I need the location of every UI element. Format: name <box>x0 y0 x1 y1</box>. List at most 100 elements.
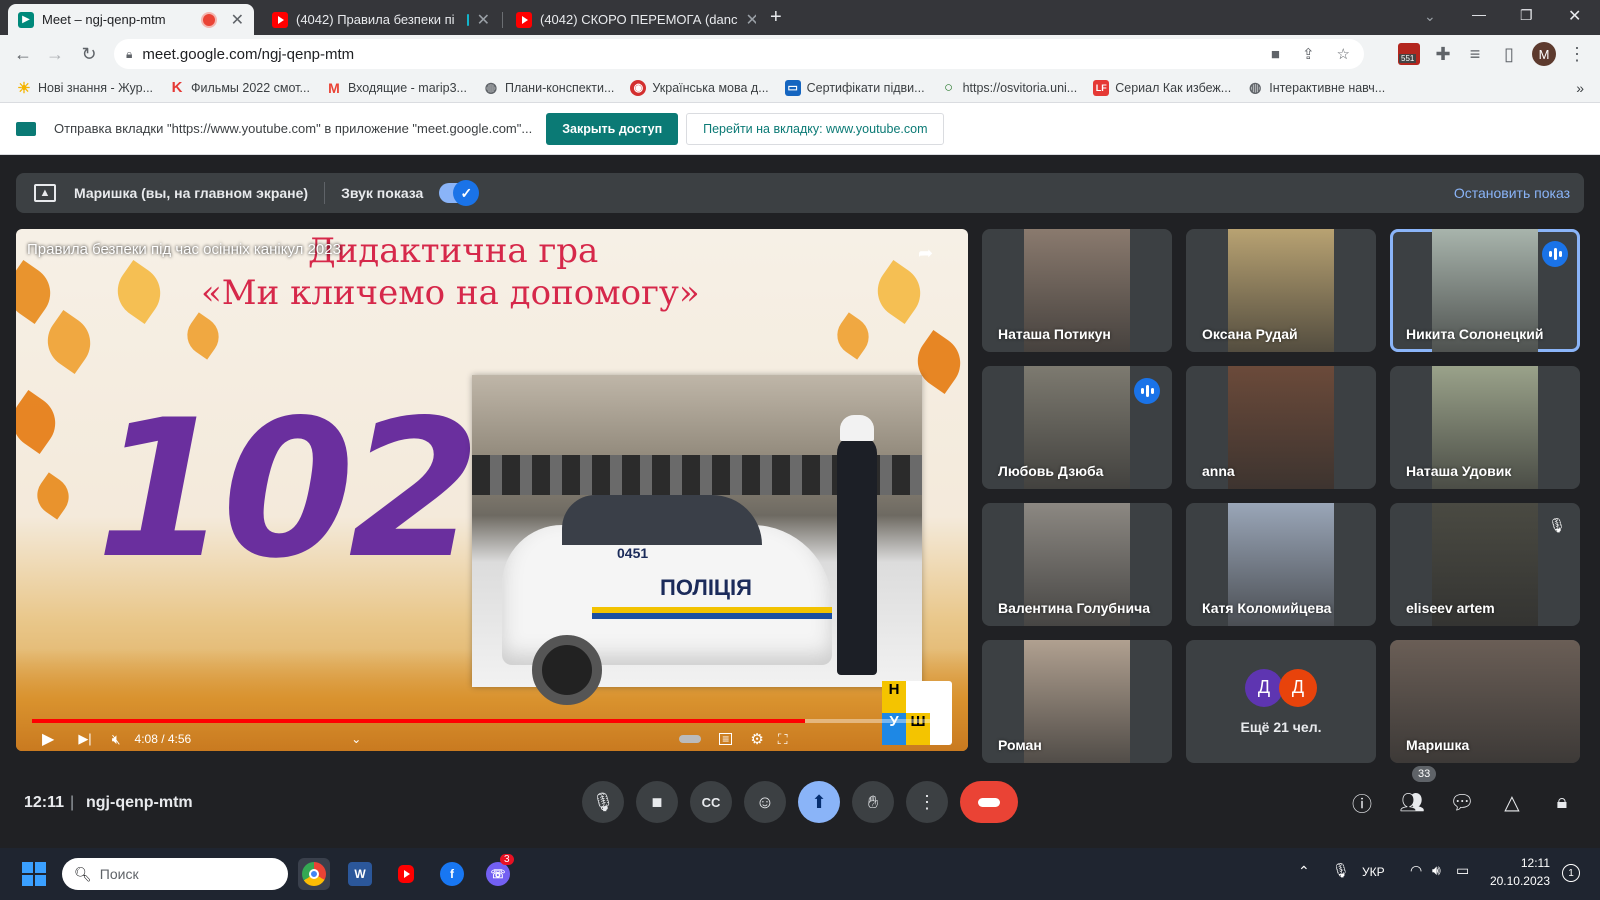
wifi-icon[interactable]: ◠ <box>1410 862 1422 879</box>
leave-call-button[interactable] <box>960 781 1018 823</box>
mute-icon[interactable]: 🔇︎ <box>112 731 121 748</box>
language-indicator[interactable]: УКР <box>1362 865 1385 879</box>
back-arrow-icon[interactable]: ← <box>10 41 36 67</box>
globe-icon: ◍ <box>1249 79 1262 95</box>
new-tab-button[interactable]: + <box>770 6 782 29</box>
close-tab-icon[interactable]: ✕ <box>746 10 757 30</box>
meeting-details-button[interactable]: ⓘ <box>1346 786 1378 818</box>
participant-tile[interactable]: Наташа Удовик <box>1390 366 1580 489</box>
bookmark-item[interactable]: M Входящие - marip3... <box>326 80 467 96</box>
participant-tile[interactable]: Маришка <box>1390 640 1580 763</box>
autoplay-toggle-icon[interactable] <box>679 735 702 743</box>
tab-youtube-1[interactable]: (4042) Правила безпеки пі ✕ <box>262 4 500 35</box>
chrome-taskbar-icon[interactable] <box>298 858 330 890</box>
microphone-button[interactable]: 🎙︎ <box>582 781 624 823</box>
participant-tile[interactable]: Никита Солонецкий <box>1390 229 1580 352</box>
sound-toggle[interactable]: ✓ <box>439 180 480 206</box>
captions-icon: CC <box>701 794 721 810</box>
close-tab-icon[interactable]: ✕ <box>231 10 244 30</box>
bookmark-item[interactable]: ☀ Нові знання - Жур... <box>16 80 153 97</box>
bookmarks-more-button[interactable]: » <box>1576 80 1584 96</box>
host-controls-button[interactable]: 🔒︎ <box>1546 786 1578 818</box>
raise-hand-button[interactable]: ✋︎ <box>852 781 894 823</box>
close-tab-icon[interactable]: ✕ <box>477 10 490 30</box>
next-icon[interactable]: ▶| <box>78 731 91 747</box>
participant-tile[interactable]: Оксана Рудай <box>1186 229 1376 352</box>
stop-presenting-button[interactable]: Остановить показ <box>1454 185 1570 201</box>
chevron-down-icon[interactable]: ⌄ <box>351 732 361 746</box>
people-button[interactable]: 👥︎ <box>1396 786 1428 818</box>
more-participants-tile[interactable]: Д Д Ещё 21 чел. <box>1186 640 1376 763</box>
participant-tile[interactable]: Любовь Дзюба <box>982 366 1172 489</box>
bookmark-item[interactable]: ▭ Сертифікати підви... <box>784 79 925 96</box>
play-icon[interactable]: ▶ <box>42 729 54 749</box>
forward-arrow-icon[interactable]: → <box>42 41 68 67</box>
bookmark-label: Сертифікати підви... <box>806 80 925 95</box>
bookmark-item[interactable]: ◍ Плани-конспекти... <box>483 79 615 96</box>
tab-meet[interactable]: ▶ Meet – ngj-qenp-mtm ✕ <box>8 4 254 35</box>
taskbar-search[interactable]: 🔍︎ Поиск <box>62 858 288 890</box>
restore-icon[interactable]: ❐ <box>1520 7 1533 24</box>
calendar-extension-icon[interactable]: 551 <box>1398 43 1420 65</box>
camera-button[interactable]: ■ <box>636 781 678 823</box>
clock-time[interactable]: 12:11 <box>1494 856 1550 870</box>
windows-start-icon[interactable] <box>18 858 50 890</box>
reactions-button[interactable]: ☺ <box>744 781 786 823</box>
settings-gear-icon[interactable]: ⚙ <box>750 730 763 748</box>
video-progress-bar[interactable] <box>32 719 952 723</box>
present-button[interactable]: ⬆ <box>798 781 840 823</box>
notification-badge[interactable]: 1 <box>1562 864 1580 882</box>
video-controls: ▶ ▶| 🔇︎ 4:08 / 4:56 ⌄ ≡ ⚙ ⛶ <box>16 727 968 751</box>
captions-button[interactable]: CC <box>690 781 732 823</box>
more-options-button[interactable]: ⋮ <box>906 781 948 823</box>
share-arrow-icon[interactable]: ➦ <box>918 243 933 264</box>
close-window-icon[interactable]: ✕ <box>1568 6 1581 26</box>
bookmark-star-icon[interactable]: ☆ <box>1337 45 1350 63</box>
battery-icon[interactable]: ▭ <box>1456 862 1469 879</box>
volume-icon[interactable]: 🔊︎ <box>1432 862 1441 879</box>
extensions-puzzle-icon[interactable]: ✚ <box>1430 41 1456 67</box>
bookmark-item[interactable]: ○ https://osvitoria.uni... <box>941 79 1078 96</box>
goto-tab-button[interactable]: Перейти на вкладку: www.youtube.com <box>686 112 945 145</box>
media-control-icon[interactable]: ≡ <box>1462 41 1488 67</box>
car-windows <box>562 495 762 545</box>
participant-tile[interactable]: Роман <box>982 640 1172 763</box>
tab-youtube-2[interactable]: (4042) СКОРО ПЕРЕМОГА (danc ✕ <box>506 4 756 35</box>
camera-icon[interactable]: ■ <box>1271 46 1280 63</box>
subtitles-icon[interactable]: ≡ <box>719 733 733 745</box>
address-bar[interactable]: 🔒︎ meet.google.com/ngj-qenp-mtm ■ ⇪ ☆ <box>114 39 1364 69</box>
participant-tile[interactable]: 🎙︎ eliseev artem <box>1390 503 1580 626</box>
bookmark-label: https://osvitoria.uni... <box>962 80 1078 95</box>
close-access-button[interactable]: Закрыть доступ <box>546 112 679 145</box>
minimize-icon[interactable]: — <box>1472 6 1486 22</box>
youtube-taskbar-icon[interactable] <box>390 858 422 890</box>
participant-tile[interactable]: Катя Коломийцева <box>1186 503 1376 626</box>
tray-microphone-icon[interactable]: 🎙︎ <box>1332 862 1350 879</box>
tab-search-icon[interactable]: ⌄ <box>1424 8 1436 25</box>
chat-button[interactable]: 💬︎ <box>1446 786 1478 818</box>
exit-fullscreen-icon[interactable]: ⛶ <box>778 731 788 748</box>
bookmark-item[interactable]: LF Сериал Как избеж... <box>1093 79 1231 96</box>
side-panel-icon[interactable]: ▯ <box>1496 41 1522 67</box>
bookmark-label: Входящие - marip3... <box>347 80 467 95</box>
word-taskbar-icon[interactable]: W <box>344 858 376 890</box>
bookmark-item[interactable]: ◍ Інтерактивне навч... <box>1247 79 1385 96</box>
browser-menu-icon[interactable]: ⋮ <box>1564 41 1590 67</box>
participant-tile[interactable]: anna <box>1186 366 1376 489</box>
participant-tile[interactable]: Валентина Голубнича <box>982 503 1172 626</box>
windows-taskbar: 🔍︎ Поиск W f ☏ 3 ⌃ 🎙︎ УКР ◠ 🔊︎ ▭ 12:11 2… <box>0 848 1600 900</box>
clock-date[interactable]: 20.10.2023 <box>1482 874 1550 888</box>
tray-chevron-up-icon[interactable]: ⌃ <box>1298 863 1310 880</box>
shared-video[interactable]: Дидактична гра «Ми кличемо на допомогу» … <box>16 229 968 751</box>
bookmark-item[interactable]: K Фильмы 2022 смот... <box>169 79 310 96</box>
globe-icon: ◍ <box>484 79 498 95</box>
reload-icon[interactable]: ↻ <box>76 41 102 67</box>
activities-button[interactable]: △ <box>1496 786 1528 818</box>
leaf-decoration <box>106 259 172 325</box>
share-icon[interactable]: ⇪ <box>1302 45 1315 63</box>
bookmark-item[interactable]: ◉ Українська мова д... <box>630 79 769 96</box>
facebook-taskbar-icon[interactable]: f <box>436 858 468 890</box>
profile-avatar[interactable]: M <box>1532 42 1556 66</box>
info-icon: ⓘ <box>1352 793 1372 816</box>
participant-tile[interactable]: Наташа Потикун <box>982 229 1172 352</box>
